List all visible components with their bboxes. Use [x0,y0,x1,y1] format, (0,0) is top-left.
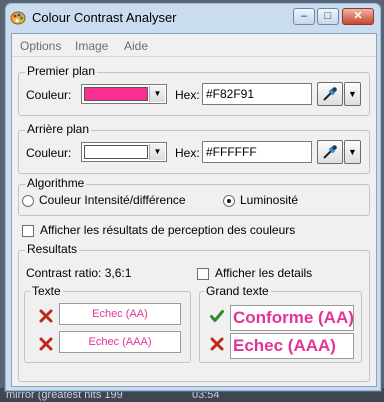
text-aa-result: Echec (AA) [59,303,181,325]
window-title: Colour Contrast Analyser [32,10,177,25]
contrast-ratio-text: Contrast ratio: 3,6:1 [26,266,132,280]
close-icon: ✕ [353,10,363,22]
maximize-button[interactable]: □ [317,8,339,25]
menu-bar: Options Image Aide [12,34,376,57]
background-hex-input[interactable]: #FFFFFF [202,141,312,163]
foreground-hex-label: Hex: [175,88,200,102]
fail-x-icon [39,309,53,323]
perception-checkbox-label: Afficher les résultats de perception des… [40,223,296,237]
minimize-button[interactable]: – [293,8,315,25]
maximize-icon: □ [324,10,332,22]
background-color-swatch [84,145,148,159]
menu-aide[interactable]: Aide [124,39,148,53]
large-text-results-legend: Grand texte [204,284,271,298]
perception-checkbox[interactable] [22,225,34,237]
foreground-color-dropdown[interactable]: ▼ [81,84,167,104]
algorithm-legend: Algorithme [25,176,87,190]
menu-options[interactable]: Options [20,39,61,53]
foreground-color-swatch [84,87,148,101]
background-color-dropdown[interactable]: ▼ [81,142,167,162]
chevron-down-icon: ▼ [348,147,357,157]
large-text-aaa-result: Echec (AAA) [230,333,354,359]
eyedropper-icon [323,87,337,101]
menu-image[interactable]: Image [75,39,108,53]
close-button[interactable]: ✕ [342,8,374,25]
client-area: Options Image Aide Premier plan Couleur:… [11,33,377,387]
background-hex-label: Hex: [175,146,200,160]
chevron-down-icon: ▼ [348,89,357,99]
large-text-aa-result: Conforme (AA) [230,305,354,331]
palette-icon [10,11,26,25]
text-results-legend: Texte [30,284,63,298]
background-legend: Arrière plan [25,122,92,136]
background-color-label: Couleur: [26,146,72,160]
eyedropper-icon [323,145,337,159]
radio-selected-dot [227,199,231,203]
foreground-eyedropper-button[interactable] [317,82,343,106]
algorithm-luminosity-label: Luminosité [240,193,299,207]
chevron-down-icon: ▼ [149,86,165,102]
foreground-picker-dropdown[interactable]: ▼ [344,82,361,106]
background-picker-dropdown[interactable]: ▼ [344,140,361,164]
title-bar[interactable]: Colour Contrast Analyser – □ ✕ [5,3,381,31]
foreground-color-label: Couleur: [26,88,72,102]
chevron-down-icon: ▼ [149,144,165,160]
foreground-legend: Premier plan [25,64,98,78]
text-aaa-result: Echec (AAA) [59,331,181,353]
results-legend: Resultats [25,242,80,256]
app-window: Colour Contrast Analyser – □ ✕ Options I… [4,2,382,392]
details-checkbox[interactable] [197,268,209,280]
pass-check-icon [210,310,224,322]
algorithm-luminosity-radio[interactable] [223,195,235,207]
algorithm-intensity-radio[interactable] [22,195,34,207]
minimize-icon: – [300,10,308,22]
foreground-hex-input[interactable]: #F82F91 [202,83,312,105]
fail-x-icon [39,337,53,351]
fail-x-icon [210,337,224,351]
background-eyedropper-button[interactable] [317,140,343,164]
details-checkbox-label: Afficher les details [215,266,313,280]
algorithm-intensity-label: Couleur Intensité/différence [39,193,186,207]
